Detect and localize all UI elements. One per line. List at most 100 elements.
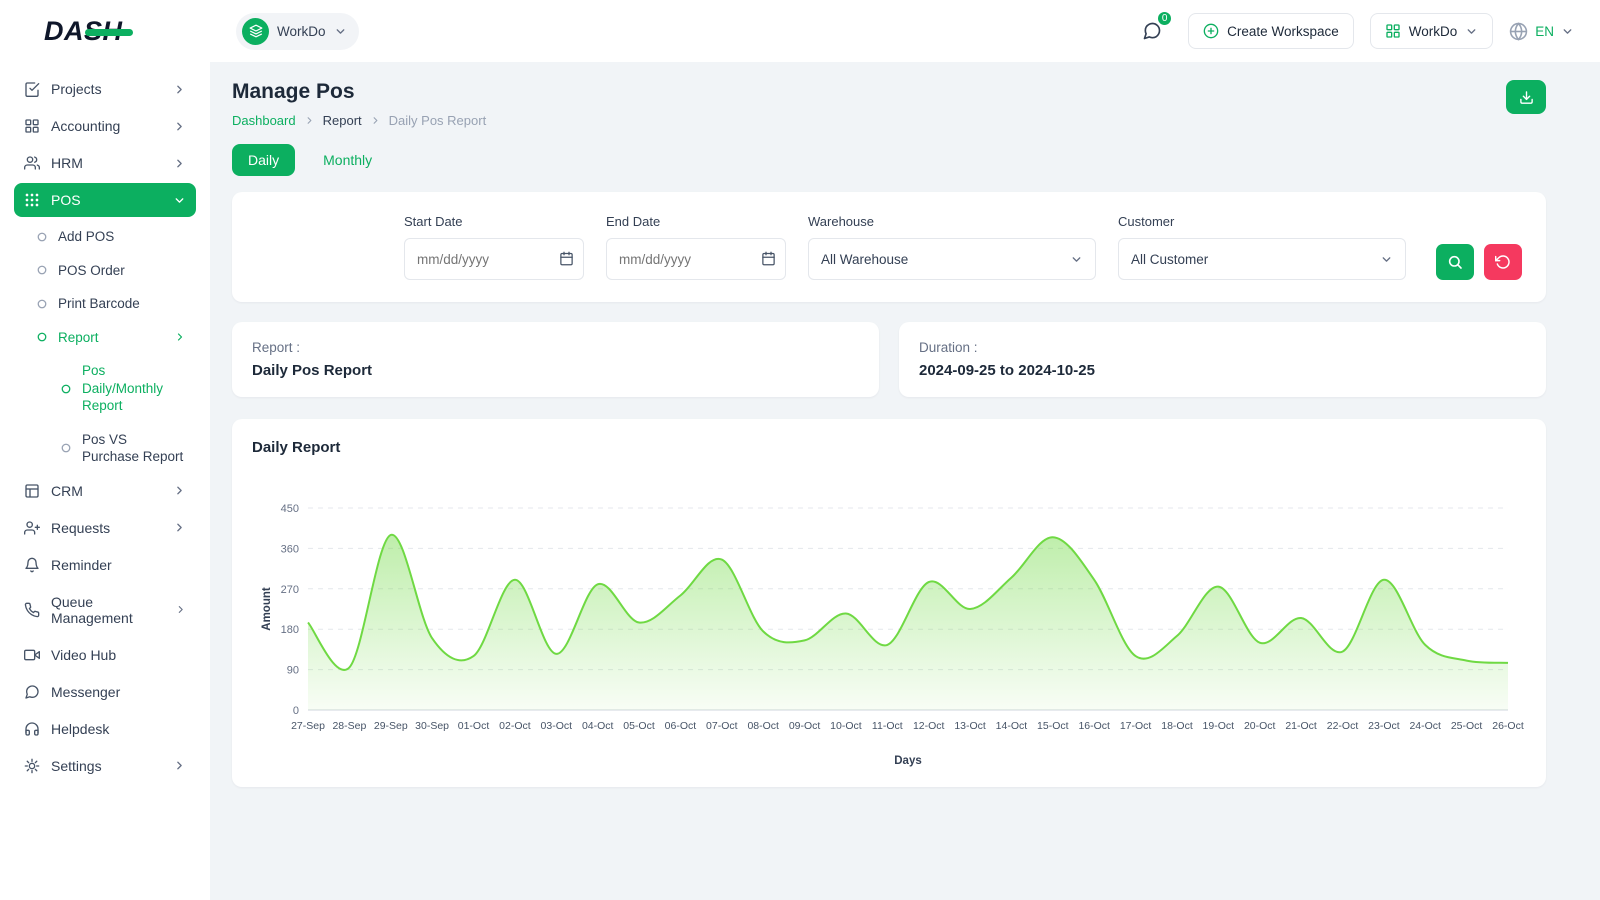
sidebar-item-label: Requests	[51, 520, 110, 536]
sidebar-item-label: HRM	[51, 155, 83, 171]
daily-report-card: Daily Report 09018027036045027-Sep28-Sep…	[232, 419, 1546, 787]
svg-text:14-Oct: 14-Oct	[996, 720, 1028, 732]
svg-text:20-Oct: 20-Oct	[1244, 720, 1276, 732]
sidebar-item-label: POS	[51, 192, 81, 208]
report-summary-card: Report : Daily Pos Report	[232, 322, 879, 397]
chevron-down-icon	[1561, 25, 1574, 38]
sidebar-item-pos-vs-purchase-report[interactable]: Pos VS Purchase Report	[50, 423, 196, 474]
tab-monthly[interactable]: Monthly	[307, 144, 388, 176]
projects-icon	[24, 81, 40, 97]
sidebar-item-print-barcode[interactable]: Print Barcode	[26, 287, 196, 321]
sidebar-item-label: Add POS	[58, 228, 114, 246]
tab-daily[interactable]: Daily	[232, 144, 295, 176]
end-date-label: End Date	[606, 214, 786, 229]
sidebar-item-pos-daily-monthly-report[interactable]: Pos Daily/Monthly Report	[50, 354, 196, 423]
messages-button[interactable]: 0	[1132, 11, 1172, 51]
dash-logo[interactable]: DASH	[44, 16, 123, 47]
sidebar-item-reminder[interactable]: Reminder	[14, 548, 196, 582]
reset-icon	[1495, 254, 1511, 270]
accounting-icon	[24, 118, 40, 134]
settings-gear-icon	[24, 758, 40, 774]
svg-text:0: 0	[293, 705, 299, 717]
customer-field: Customer All Customer	[1118, 214, 1406, 280]
svg-text:08-Oct: 08-Oct	[747, 720, 779, 732]
start-date-input[interactable]	[404, 238, 584, 280]
sidebar-item-video-hub[interactable]: Video Hub	[14, 638, 196, 672]
create-workspace-button[interactable]: Create Workspace	[1188, 13, 1354, 49]
sidebar-item-label: Print Barcode	[58, 295, 140, 313]
sidebar-item-accounting[interactable]: Accounting	[14, 109, 196, 143]
download-button[interactable]	[1506, 80, 1546, 114]
svg-text:27-Sep: 27-Sep	[291, 720, 325, 732]
sidebar-item-settings[interactable]: Settings	[14, 749, 196, 783]
chevron-down-icon	[173, 194, 186, 207]
reminder-icon	[24, 557, 40, 573]
breadcrumb-report[interactable]: Report	[323, 113, 362, 128]
svg-text:16-Oct: 16-Oct	[1078, 720, 1110, 732]
svg-text:09-Oct: 09-Oct	[789, 720, 821, 732]
sidebar-item-label: Queue Management	[51, 594, 164, 626]
svg-text:12-Oct: 12-Oct	[913, 720, 945, 732]
svg-text:Amount: Amount	[261, 587, 273, 631]
sidebar-item-projects[interactable]: Projects	[14, 72, 196, 106]
calendar-icon	[761, 251, 776, 266]
sidebar-item-pos[interactable]: POS	[14, 183, 196, 217]
messages-badge: 0	[1156, 10, 1173, 27]
chevron-right-icon	[173, 484, 186, 497]
layers-icon	[249, 24, 263, 38]
chevron-down-icon	[1465, 25, 1478, 38]
svg-text:13-Oct: 13-Oct	[954, 720, 986, 732]
plus-circle-icon	[1203, 23, 1219, 39]
customer-select[interactable]: All Customer	[1118, 238, 1406, 280]
end-date-input[interactable]	[606, 238, 786, 280]
duration-summary-card: Duration : 2024-09-25 to 2024-10-25	[899, 322, 1546, 397]
sidebar-item-label: Projects	[51, 81, 102, 97]
filter-actions	[1436, 244, 1522, 280]
pos-submenu: Add POS POS Order Print Barcode Report P…	[14, 220, 196, 474]
svg-text:22-Oct: 22-Oct	[1327, 720, 1359, 732]
search-icon	[1447, 254, 1463, 270]
sidebar-item-report[interactable]: Report	[26, 321, 196, 355]
globe-icon	[1509, 22, 1528, 41]
reset-filter-button[interactable]	[1484, 244, 1522, 280]
breadcrumb-dashboard[interactable]: Dashboard	[232, 113, 296, 128]
bullet-circle-icon	[36, 264, 48, 276]
svg-text:10-Oct: 10-Oct	[830, 720, 862, 732]
search-button[interactable]	[1436, 244, 1474, 280]
breadcrumb: Dashboard Report Daily Pos Report	[232, 113, 486, 128]
top-header: DASH WorkDo 0 Create Workspace WorkDo EN	[0, 0, 1600, 62]
sidebar-item-add-pos[interactable]: Add POS	[26, 220, 196, 254]
sidebar-item-requests[interactable]: Requests	[14, 511, 196, 545]
sidebar-item-crm[interactable]: CRM	[14, 474, 196, 508]
svg-text:11-Oct: 11-Oct	[872, 720, 903, 732]
chevron-right-icon	[173, 83, 186, 96]
messenger-icon	[24, 684, 40, 700]
warehouse-select[interactable]: All Warehouse	[808, 238, 1096, 280]
chevron-down-icon	[1070, 253, 1083, 266]
svg-text:26-Oct: 26-Oct	[1492, 720, 1524, 732]
svg-text:15-Oct: 15-Oct	[1037, 720, 1069, 732]
sidebar-item-hrm[interactable]: HRM	[14, 146, 196, 180]
summary-row: Report : Daily Pos Report Duration : 202…	[232, 322, 1546, 397]
filter-card: Start Date End Date Warehouse All Wareho…	[232, 192, 1546, 302]
sidebar-item-messenger[interactable]: Messenger	[14, 675, 196, 709]
svg-text:30-Sep: 30-Sep	[415, 720, 449, 732]
sidebar-item-pos-order[interactable]: POS Order	[26, 254, 196, 288]
start-date-label: Start Date	[404, 214, 584, 229]
svg-text:19-Oct: 19-Oct	[1203, 720, 1235, 732]
account-menu-button[interactable]: WorkDo	[1370, 13, 1494, 49]
workspace-switcher[interactable]: WorkDo	[236, 13, 359, 50]
pos-icon	[24, 192, 40, 208]
sidebar-item-queue-management[interactable]: Queue Management	[14, 585, 196, 635]
chevron-right-icon	[173, 120, 186, 133]
svg-text:180: 180	[281, 624, 299, 636]
header-actions: 0 Create Workspace WorkDo EN	[1132, 11, 1574, 51]
language-selector[interactable]: EN	[1509, 22, 1574, 41]
svg-text:29-Sep: 29-Sep	[374, 720, 408, 732]
chevron-right-icon	[173, 759, 186, 772]
sidebar-item-helpdesk[interactable]: Helpdesk	[14, 712, 196, 746]
chevron-right-icon	[304, 115, 315, 126]
hrm-icon	[24, 155, 40, 171]
svg-text:450: 450	[281, 503, 299, 515]
chevron-right-icon	[370, 115, 381, 126]
